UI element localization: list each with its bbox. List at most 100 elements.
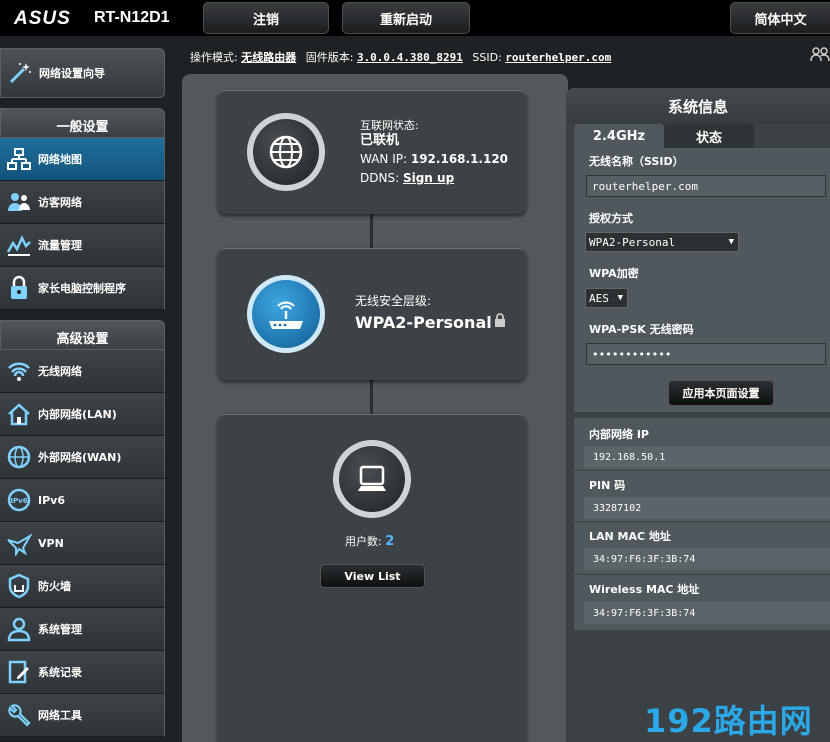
sidebar-item-ipv6[interactable]: IPv6 IPv6 [0,479,165,522]
advanced-settings-title: 高级设置 [0,320,165,350]
sidebar: 网络设置向导 一般设置 网络地图 访客网络 流量管理 家长电脑控制程序 高级设置… [0,46,166,742]
sidebar-item-wan[interactable]: 外部网络(WAN) [0,436,165,479]
advanced-settings-group: 高级设置 无线网络 内部网络(LAN) 外部网络(WAN) IPv6 IPv6 … [0,320,165,737]
ssid-field-label: 无线名称（SSID） [589,155,684,168]
system-info-title: 系统信息 [566,88,830,124]
svg-text:IPv6: IPv6 [10,497,27,505]
divider [574,470,830,471]
sidebar-item-label: 系统管理 [38,623,82,636]
setup-wizard-button[interactable]: 网络设置向导 [0,48,165,98]
ssid-label: SSID: [472,51,502,64]
vpn-icon [0,530,38,556]
sidebar-item-label: 内部网络(LAN) [38,408,117,421]
view-list-button[interactable]: View List [320,564,425,588]
pin-label: PIN 码 [589,479,626,492]
status-line: 操作模式: 无线路由器 固件版本: 3.0.0.4.380_8291 SSID:… [190,49,611,65]
sidebar-item-label: VPN [38,536,64,550]
sidebar-item-label: 家长电脑控制程序 [38,282,126,295]
traffic-manager-icon [0,232,38,258]
sidebar-item-label: 外部网络(WAN) [38,451,122,464]
client-count-line: 用户数: 2 [345,533,394,551]
sidebar-item-label: 流量管理 [38,239,82,252]
client-count-value: 2 [385,534,395,549]
sidebar-item-parental-control[interactable]: 家长电脑控制程序 [0,267,165,310]
ipv6-icon: IPv6 [0,487,38,513]
mode-link[interactable]: 无线路由器 [241,51,296,64]
divider [574,574,830,575]
magic-wand-icon [1,60,39,86]
firmware-link[interactable]: 3.0.0.4.380_8291 [357,51,463,64]
sidebar-item-network-map[interactable]: 网络地图 [0,138,165,181]
security-level-label: 无线安全层级: [355,294,432,308]
auth-method-select[interactable]: WPA2-Personal ▼ [585,232,739,252]
ssid-link[interactable]: routerhelper.com [505,51,611,64]
sidebar-item-network-tools[interactable]: 网络工具 [0,694,165,737]
computer-icon[interactable] [333,440,411,518]
asus-logo: ASUS [14,8,71,29]
sidebar-item-label: IPv6 [38,493,65,507]
auth-method-label: 授权方式 [589,212,633,225]
lan-ip-label: 内部网络 IP [589,428,649,441]
sidebar-item-label: 系统记录 [38,666,82,679]
sidebar-item-firewall[interactable]: 防火墙 [0,565,165,608]
ddns-line: DDNS: Sign up [360,170,454,187]
home-lan-icon [0,401,38,427]
wireless-mac-value: 34:97:F6:3F:3B:74 [584,602,830,624]
router-icon[interactable] [247,275,325,353]
users-icon[interactable] [810,46,830,66]
map-connector [370,214,373,248]
language-select[interactable]: 简体中文 [730,2,830,34]
auth-method-value: WPA2-Personal [589,235,676,249]
general-settings-group: 一般设置 网络地图 访客网络 流量管理 家长电脑控制程序 [0,108,165,310]
firmware-label: 固件版本: [305,51,354,64]
sidebar-item-label: 防火墙 [38,580,71,593]
security-level-value: WPA2-Personal [355,313,492,332]
ddns-signup-link[interactable]: Sign up [403,171,454,185]
setup-wizard-label: 网络设置向导 [39,67,105,80]
wireless-mac-label: Wireless MAC 地址 [589,583,700,596]
sidebar-item-traffic-manager[interactable]: 流量管理 [0,224,165,267]
logout-button[interactable]: 注销 [203,2,329,34]
reboot-button[interactable]: 重新启动 [342,2,470,34]
encryption-label: WPA加密 [589,267,639,280]
internet-status-value: 已联机 [360,133,400,148]
ssid-input[interactable]: routerhelper.com [586,175,826,197]
sidebar-item-label: 网络工具 [38,709,82,722]
lan-mac-label: LAN MAC 地址 [589,530,671,543]
model-name: RT-N12D1 [94,9,170,26]
guest-network-icon [0,189,38,215]
pin-value: 33287102 [584,497,830,519]
sidebar-item-guest-network[interactable]: 访客网络 [0,181,165,224]
lan-mac-value: 34:97:F6:3F:3B:74 [584,548,830,570]
apply-button[interactable]: 应用本页面设置 [668,380,774,406]
sidebar-item-system-log[interactable]: 系统记录 [0,651,165,694]
globe-icon[interactable] [247,113,325,191]
sidebar-item-lan[interactable]: 内部网络(LAN) [0,393,165,436]
divider [574,521,830,522]
parental-control-icon [0,275,38,301]
lan-ip-value: 192.168.50.1 [584,446,830,468]
encryption-select[interactable]: AES ▼ [585,288,628,308]
admin-icon [0,616,38,642]
tab-2-4ghz[interactable]: 2.4GHz [574,124,664,148]
globe-wan-icon [0,444,38,470]
mode-label: 操作模式: [190,51,238,64]
tab-status[interactable]: 状态 [664,124,754,148]
firewall-icon [0,573,38,599]
lock-icon [494,312,506,331]
psk-label: WPA-PSK 无线密码 [589,323,694,336]
top-bar: ASUS RT-N12D1 注销 重新启动 简体中文 [0,0,830,36]
network-map-icon [0,146,38,172]
sidebar-item-label: 无线网络 [38,365,82,378]
wireless-icon [0,358,38,384]
psk-password-input[interactable]: •••••••••••• [586,343,826,365]
general-settings-title: 一般设置 [0,108,165,138]
network-tools-icon [0,702,38,728]
dropdown-arrow-icon: ▼ [728,237,734,247]
sidebar-item-administration[interactable]: 系统管理 [0,608,165,651]
sidebar-item-label: 网络地图 [38,153,82,166]
sidebar-item-wireless[interactable]: 无线网络 [0,350,165,393]
watermark: 192路由网 [644,702,813,740]
sidebar-item-vpn[interactable]: VPN [0,522,165,565]
ddns-label: DDNS: [360,171,400,185]
